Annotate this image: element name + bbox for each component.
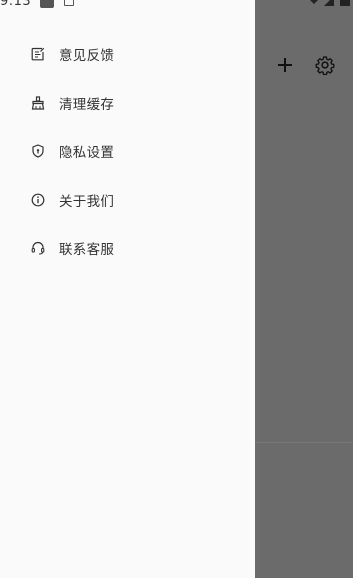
menu-item-feedback[interactable]: 意见反馈	[0, 30, 255, 79]
menu-item-privacy[interactable]: 隐私设置	[0, 127, 255, 176]
navigation-drawer: 9:13 意见反馈 清理缓存 隐私设置 关于我们 联系客服	[0, 0, 255, 578]
notification-icon	[40, 0, 54, 8]
divider	[255, 442, 353, 443]
notification-icon	[64, 0, 74, 6]
menu-item-label: 清理缓存	[59, 96, 115, 113]
feedback-edit-icon	[30, 46, 46, 62]
status-time: 9:13	[0, 0, 32, 9]
plus-icon	[278, 58, 292, 72]
broom-clean-icon	[30, 95, 46, 111]
headset-icon	[30, 240, 46, 256]
shield-privacy-icon	[30, 143, 46, 159]
menu-item-label: 隐私设置	[59, 145, 115, 162]
menu-item-label: 关于我们	[59, 193, 115, 210]
gear-icon	[315, 56, 335, 75]
menu-item-customer-service[interactable]: 联系客服	[0, 224, 255, 273]
drawer-menu: 意见反馈 清理缓存 隐私设置 关于我们 联系客服	[0, 30, 255, 273]
status-signal-icon	[310, 0, 350, 6]
menu-item-label: 意见反馈	[59, 48, 115, 65]
add-button[interactable]	[272, 52, 298, 78]
menu-item-about[interactable]: 关于我们	[0, 176, 255, 225]
menu-item-label: 联系客服	[59, 242, 115, 259]
info-icon	[30, 192, 46, 208]
settings-button[interactable]	[312, 52, 338, 78]
menu-item-clear-cache[interactable]: 清理缓存	[0, 79, 255, 128]
